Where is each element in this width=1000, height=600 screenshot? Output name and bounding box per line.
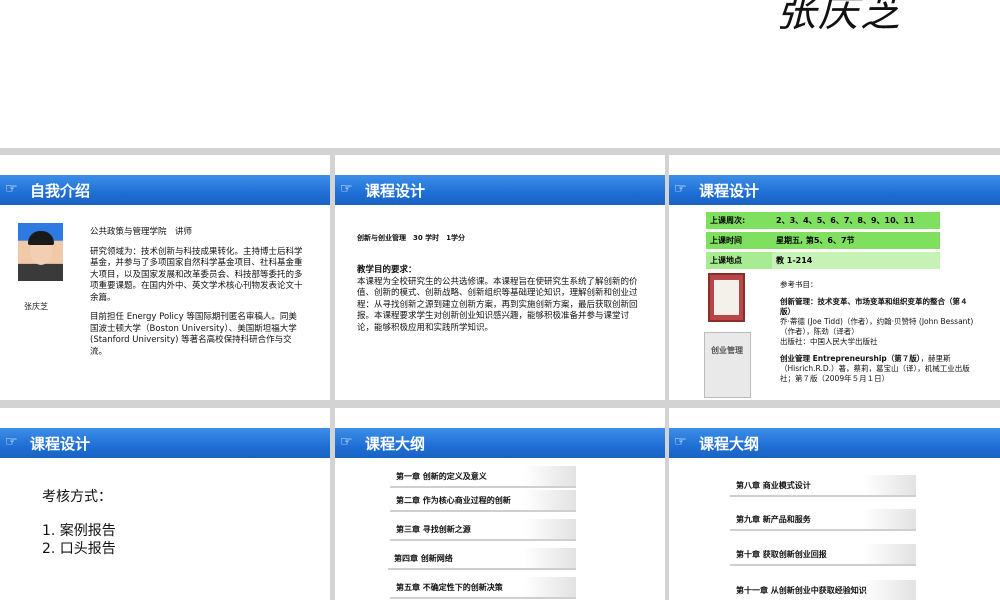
top-slide-title: 张庆芝 xyxy=(776,0,902,36)
schedule-value: 星期五, 第5、6、7节 xyxy=(772,232,940,249)
slide-course-design-3[interactable]: ☞ 课程设计 考核方式： 1. 案例报告 2. 口头报告 xyxy=(0,408,330,600)
intro-service: 目前担任 Energy Policy 等国际期刊匿名审稿人。同美国波士顿大学（B… xyxy=(90,312,297,357)
pointing-hand-icon: ☞ xyxy=(5,434,18,450)
reference-publisher: 出版社：中国人民大学出版社 xyxy=(780,337,878,346)
references-heading: 参考书目： xyxy=(780,280,818,289)
slide-course-design-2[interactable]: ☞ 课程设计 上课周次: 2、3、4、5、6、7、8、9、10、11 上课时间 … xyxy=(669,155,1000,400)
slide-title-bar: ☞ 课程设计 xyxy=(0,428,330,458)
chapter-item: 第十章 获取创新创业回报 xyxy=(730,544,916,566)
slide-title-bar: ☞ 课程大纲 xyxy=(669,428,1000,458)
schedule-row: 上课周次: 2、3、4、5、6、7、8、9、10、11 xyxy=(706,212,940,229)
pointing-hand-icon: ☞ xyxy=(674,434,687,450)
book-cover-innovation xyxy=(708,273,745,322)
schedule-value: 教 1-214 xyxy=(772,252,940,269)
chapter-item: 第一章 创新的定义及意义 xyxy=(390,466,576,488)
intro-affiliation: 公共政策与管理学院 讲师 xyxy=(90,227,193,237)
slide-title: 课程设计 xyxy=(30,435,91,453)
book-cover-entrepreneurship: 创业管理 xyxy=(704,332,751,398)
top-slide[interactable]: 张庆芝 xyxy=(0,0,1000,148)
schedule-label: 上课时间 xyxy=(706,232,772,249)
slide-course-outline-2[interactable]: ☞ 课程大纲 第八章 商业模式设计 第九章 新产品和服务 第十章 获取创新创业回… xyxy=(669,408,1000,600)
chapter-item: 第三章 寻找创新之源 xyxy=(390,519,576,541)
assessment-item: 2. 口头报告 xyxy=(42,541,116,557)
chapter-item: 第八章 商业模式设计 xyxy=(730,475,916,497)
slide-title-bar: ☞ 课程设计 xyxy=(669,175,1000,205)
pointing-hand-icon: ☞ xyxy=(340,434,353,450)
schedule-row: 上课时间 星期五, 第5、6、7节 xyxy=(706,232,940,249)
reference-author: 乔·蒂德 (Joe Tidd)（作者），约翰·贝赞特 (John Bessant… xyxy=(780,317,974,336)
chapter-item: 第五章 不确定性下的创新决策 xyxy=(390,577,576,599)
intro-research: 研究领域为：技术创新与科技成果转化。主持博士后科学基金，并参与了多项国家自然科学… xyxy=(90,246,303,303)
reference-list: 参考书目： 创新管理：技术变革、市场变革和组织变革的整合（第４版） 乔·蒂德 (… xyxy=(780,280,980,391)
intro-text: 公共政策与管理学院 讲师 研究领域为：技术创新与科技成果转化。主持博士后科学基金… xyxy=(90,227,305,366)
reference-item: 创新管理：技术变革、市场变革和组织变革的整合（第４版） 乔·蒂德 (Joe Ti… xyxy=(780,297,980,347)
slide-title: 课程大纲 xyxy=(699,435,760,453)
reference-title: 创新管理：技术变革、市场变革和组织变革的整合（第４版） xyxy=(780,297,968,316)
slide-title-bar: ☞ 课程设计 xyxy=(335,175,665,205)
slide-title: 自我介绍 xyxy=(30,182,91,200)
portrait-photo xyxy=(18,223,63,281)
schedule-label: 上课周次: xyxy=(706,212,772,229)
pointing-hand-icon: ☞ xyxy=(674,181,687,197)
requirements-heading: 教学目的要求： xyxy=(357,265,417,275)
slide-title: 课程设计 xyxy=(365,182,426,200)
schedule-row: 上课地点 教 1-214 xyxy=(706,252,940,269)
slide-self-intro[interactable]: ☞ 自我介绍 张庆芝 公共政策与管理学院 讲师 研究领域为：技术创新与科技成果转… xyxy=(0,155,330,400)
requirements-text: 本课程为全校研究生的公共选修课。本课程旨在使研究生系统了解创新的价值、创新的模式… xyxy=(357,276,638,333)
schedule-label: 上课地点 xyxy=(706,252,772,269)
slide-title: 课程大纲 xyxy=(365,435,426,453)
slide-title-bar: ☞ 课程大纲 xyxy=(335,428,665,458)
reference-item: 创业管理 Entrepreneurship（第７版），赫里斯（Hisrich.R… xyxy=(780,354,980,384)
slide-course-outline-1[interactable]: ☞ 课程大纲 第一章 创新的定义及意义 第二章 作为核心商业过程的创新 第三章 … xyxy=(335,408,665,600)
slide-title-bar: ☞ 自我介绍 xyxy=(0,175,330,205)
chapter-item: 第九章 新产品和服务 xyxy=(730,509,916,531)
portrait-hair xyxy=(28,231,54,245)
pointing-hand-icon: ☞ xyxy=(5,181,18,197)
schedule-value: 2、3、4、5、6、7、8、9、10、11 xyxy=(772,212,940,229)
slide-course-design-1[interactable]: ☞ 课程设计 创新与创业管理 30 学时 1学分 教学目的要求： 本课程为全校研… xyxy=(335,155,665,400)
course-requirements: 教学目的要求： 本课程为全校研究生的公共选修课。本课程旨在使研究生系统了解创新的… xyxy=(357,265,642,334)
pointing-hand-icon: ☞ xyxy=(340,181,353,197)
chapter-item: 第二章 作为核心商业过程的创新 xyxy=(390,490,576,512)
chapter-item: 第四章 创新网络 xyxy=(388,548,576,570)
portrait-caption: 张庆芝 xyxy=(24,302,48,311)
reference-title: 创业管理 Entrepreneurship（第７版） xyxy=(780,354,921,363)
book-cover-title: 创业管理 xyxy=(711,346,743,355)
schedule-table: 上课周次: 2、3、4、5、6、7、8、9、10、11 上课时间 星期五, 第5… xyxy=(706,212,940,272)
assessment-block: 考核方式： 1. 案例报告 2. 口头报告 xyxy=(42,488,116,558)
slide-title: 课程设计 xyxy=(699,182,760,200)
assessment-item: 1. 案例报告 xyxy=(42,523,116,539)
assessment-label: 考核方式： xyxy=(42,489,112,505)
course-info: 创新与创业管理 30 学时 1学分 xyxy=(357,234,466,242)
chapter-item: 第十一章 从创新创业中获取经验知识 xyxy=(730,580,916,600)
